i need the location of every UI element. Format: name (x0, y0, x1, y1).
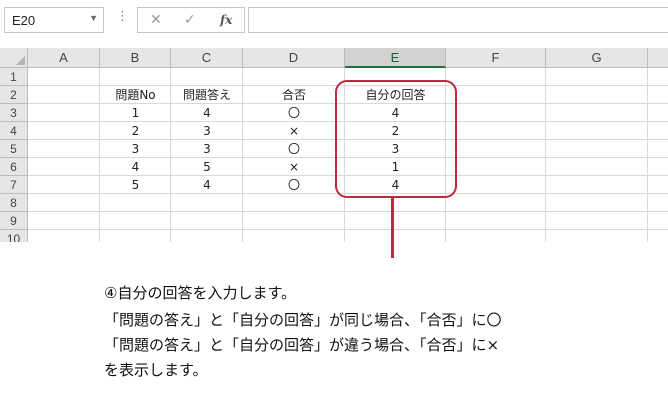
cancel-icon[interactable]: ✕ (150, 12, 162, 28)
gridline (545, 68, 546, 242)
cell-c3[interactable]: 4 (171, 104, 243, 122)
column-header-a[interactable]: A (28, 48, 100, 68)
gridline (647, 68, 648, 242)
explanation-different-case: 「問題の答え」と「自分の回答」が違う場合、「合否」に× (104, 336, 500, 354)
explanation-display: を表示します。 (104, 361, 208, 379)
row-header-10[interactable]: 10 (0, 230, 28, 242)
formula-buttons: ✕ ✓ fx (137, 7, 245, 33)
name-box-dropdown-icon[interactable]: ▼ (89, 13, 98, 23)
row-header-6[interactable]: 6 (0, 158, 28, 176)
row-header-3[interactable]: 3 (0, 104, 28, 122)
insert-function-icon[interactable]: fx (220, 13, 232, 27)
column-header-f[interactable]: F (446, 48, 546, 68)
row-header-8[interactable]: 8 (0, 194, 28, 212)
row-header-1[interactable]: 1 (0, 68, 28, 86)
formula-input[interactable] (248, 7, 668, 33)
cell-b2[interactable]: 問題No (100, 86, 171, 104)
column-header-e[interactable]: E (345, 48, 446, 68)
cell-d6[interactable]: × (243, 158, 345, 176)
row-header-5[interactable]: 5 (0, 140, 28, 158)
formula-bar-area: E20 ▼ ⋮ ✕ ✓ fx (0, 0, 668, 42)
row-header-4[interactable]: 4 (0, 122, 28, 140)
name-box-value: E20 (12, 13, 36, 28)
cell-d4[interactable]: × (243, 122, 345, 140)
cell-b3[interactable]: 1 (100, 104, 171, 122)
column-header-b[interactable]: B (100, 48, 171, 68)
annotation-connector-line (391, 198, 394, 258)
cell-b6[interactable]: 4 (100, 158, 171, 176)
cell-b5[interactable]: 3 (100, 140, 171, 158)
column-header-c[interactable]: C (171, 48, 243, 68)
cell-d2[interactable]: 合否 (243, 86, 345, 104)
row-header-9[interactable]: 9 (0, 212, 28, 230)
cell-c6[interactable]: 5 (171, 158, 243, 176)
name-box[interactable]: E20 ▼ (4, 7, 104, 33)
cell-c7[interactable]: 4 (171, 176, 243, 194)
select-all-corner[interactable] (0, 48, 28, 68)
cell-d3[interactable]: 〇 (243, 104, 345, 122)
cell-c4[interactable]: 3 (171, 122, 243, 140)
cell-b7[interactable]: 5 (100, 176, 171, 194)
cell-c5[interactable]: 3 (171, 140, 243, 158)
cell-d7[interactable]: 〇 (243, 176, 345, 194)
cell-b4[interactable]: 2 (100, 122, 171, 140)
cell-d5[interactable]: 〇 (243, 140, 345, 158)
column-header-d[interactable]: D (243, 48, 345, 68)
enter-icon[interactable]: ✓ (184, 12, 196, 28)
column-header-next[interactable] (648, 48, 668, 68)
row-header-7[interactable]: 7 (0, 176, 28, 194)
gridline (28, 211, 668, 212)
column-header-g[interactable]: G (546, 48, 648, 68)
answer-column-highlight (335, 80, 457, 198)
explanation-step: ④自分の回答を入力します。 (104, 284, 296, 302)
cell-c2[interactable]: 問題答え (171, 86, 243, 104)
gridline (28, 229, 668, 230)
row-header-2[interactable]: 2 (0, 86, 28, 104)
formula-bar-grip-icon[interactable]: ⋮ (116, 10, 129, 23)
explanation-same-case: 「問題の答え」と「自分の回答」が同じ場合、「合否」に〇 (104, 311, 502, 329)
worksheet-grid[interactable]: A B C D E F G 1 2 3 4 5 6 7 8 9 10 問題No … (0, 48, 668, 242)
